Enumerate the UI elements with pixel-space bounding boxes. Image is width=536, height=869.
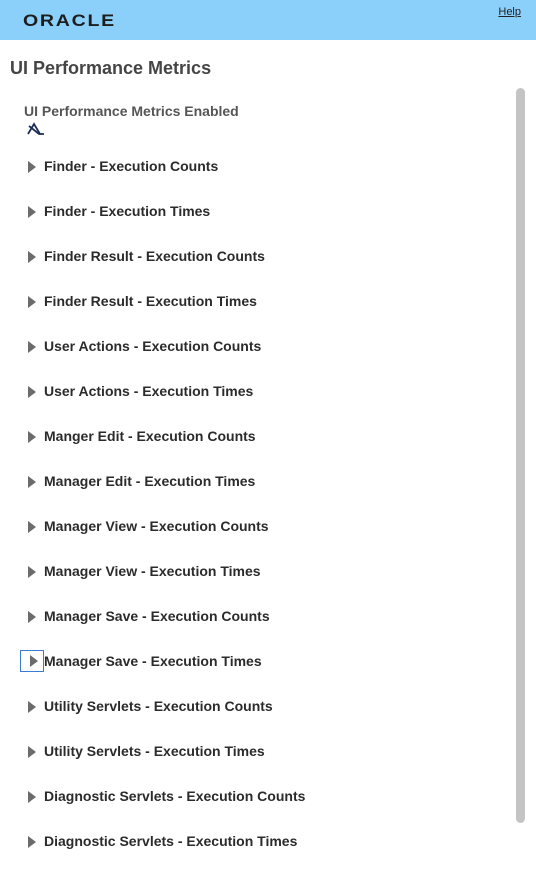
metric-label: User Actions - Execution Counts [44, 338, 262, 354]
metric-row-diagnostic-servlets-times[interactable]: Diagnostic Servlets - Execution Times [0, 817, 510, 862]
metric-label: Manager View - Execution Counts [44, 518, 269, 534]
oracle-logo: ORACLE [23, 11, 116, 30]
top-banner: ORACLE Help [0, 0, 536, 40]
metric-row-manager-view-counts[interactable]: Manager View - Execution Counts [0, 502, 510, 547]
expand-icon[interactable] [20, 247, 42, 267]
metric-label: Manger Edit - Execution Counts [44, 428, 256, 444]
metric-label: Diagnostic Servlets - Execution Counts [44, 788, 306, 804]
metric-row-diagnostic-servlets-counts[interactable]: Diagnostic Servlets - Execution Counts [0, 772, 510, 817]
metrics-list: Finder - Execution Counts Finder - Execu… [0, 142, 510, 862]
metric-label: Utility Servlets - Execution Times [44, 743, 265, 759]
metric-label: Manager Save - Execution Times [44, 653, 262, 669]
metric-row-finder-result-times[interactable]: Finder Result - Execution Times [0, 277, 510, 322]
expand-icon[interactable] [20, 562, 42, 582]
metric-row-manager-save-times[interactable]: Manager Save - Execution Times [0, 637, 510, 682]
expand-icon[interactable] [20, 742, 42, 762]
expand-icon[interactable] [20, 650, 44, 672]
page-title: UI Performance Metrics [10, 58, 212, 78]
metric-row-manager-save-counts[interactable]: Manager Save - Execution Counts [0, 592, 510, 637]
metric-row-utility-servlets-times[interactable]: Utility Servlets - Execution Times [0, 727, 510, 772]
expand-icon[interactable] [20, 472, 42, 492]
expand-icon[interactable] [20, 427, 42, 447]
expand-icon[interactable] [20, 337, 42, 357]
metric-label: Utility Servlets - Execution Counts [44, 698, 273, 714]
expand-icon[interactable] [20, 382, 42, 402]
expand-icon[interactable] [20, 517, 42, 537]
metric-label: User Actions - Execution Times [44, 383, 254, 399]
metric-row-user-actions-counts[interactable]: User Actions - Execution Counts [0, 322, 510, 367]
metric-label: Diagnostic Servlets - Execution Times [44, 833, 298, 849]
metric-row-manager-edit-times[interactable]: Manager Edit - Execution Times [0, 457, 510, 502]
expand-icon[interactable] [20, 202, 42, 222]
metric-row-user-actions-times[interactable]: User Actions - Execution Times [0, 367, 510, 412]
metric-row-manager-edit-counts[interactable]: Manger Edit - Execution Counts [0, 412, 510, 457]
metric-label: Finder Result - Execution Times [44, 293, 257, 309]
metric-label: Finder - Execution Times [44, 203, 211, 219]
metric-row-finder-result-counts[interactable]: Finder Result - Execution Counts [0, 232, 510, 277]
help-link[interactable]: Help [498, 6, 521, 18]
metric-row-manager-view-times[interactable]: Manager View - Execution Times [0, 547, 510, 592]
metric-label: Manager View - Execution Times [44, 563, 261, 579]
expand-icon[interactable] [20, 787, 42, 807]
expand-icon[interactable] [20, 832, 42, 852]
expand-icon[interactable] [20, 157, 42, 177]
metrics-enabled-label: UI Performance Metrics Enabled [24, 103, 239, 119]
metric-label: Manager Save - Execution Counts [44, 608, 270, 624]
expand-icon[interactable] [20, 292, 42, 312]
vertical-scrollbar[interactable] [516, 88, 525, 823]
disabled-checkmark-icon [26, 121, 46, 137]
expand-icon[interactable] [20, 607, 42, 627]
metric-label: Finder - Execution Counts [44, 158, 219, 174]
metric-row-finder-counts[interactable]: Finder - Execution Counts [0, 142, 510, 187]
metric-label: Manager Edit - Execution Times [44, 473, 256, 489]
metric-row-utility-servlets-counts[interactable]: Utility Servlets - Execution Counts [0, 682, 510, 727]
metric-label: Finder Result - Execution Counts [44, 248, 265, 264]
metric-row-finder-times[interactable]: Finder - Execution Times [0, 187, 510, 232]
expand-icon[interactable] [20, 697, 42, 717]
